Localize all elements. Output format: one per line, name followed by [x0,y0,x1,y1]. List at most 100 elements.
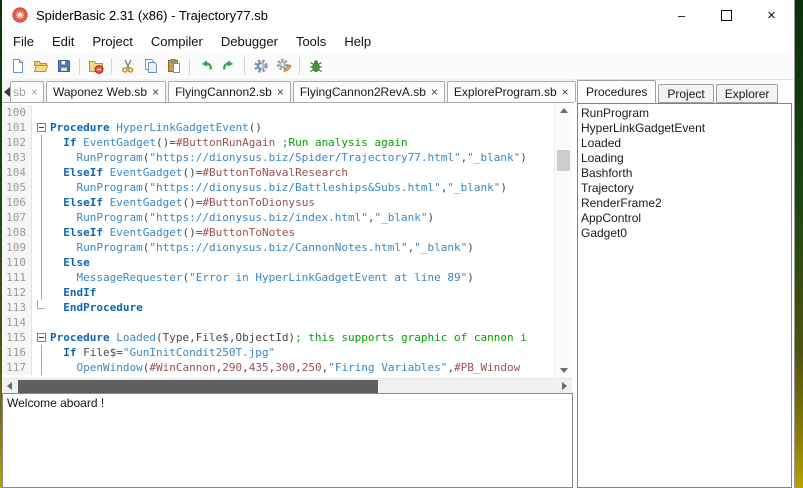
menu-help[interactable]: Help [335,32,380,51]
arrow-down-icon [559,368,568,373]
code-line[interactable]: 105 RunProgram("https://dionysus.biz/Bat… [2,180,554,195]
tab-waponez-web-sb[interactable]: Waponez Web.sb × [46,81,167,102]
menu-file[interactable]: File [4,32,43,51]
toolbar-separator [79,57,80,75]
tab-label: FlyingCannon2RevA.sb [299,85,426,99]
save-file-button[interactable] [52,55,75,77]
fold-guide [32,345,50,360]
procedure-item[interactable]: Bashforth [581,166,791,181]
code-line[interactable]: 110 Else [2,255,554,270]
menu-compiler[interactable]: Compiler [142,32,212,51]
code-line[interactable]: 103 RunProgram("https://dionysus.biz/Spi… [2,150,554,165]
code-line[interactable]: 102 If EventGadget()=#ButtonRunAgain ;Ru… [2,135,554,150]
code-line[interactable]: 107 RunProgram("https://dionysus.biz/ind… [2,210,554,225]
redo-button[interactable] [217,55,240,77]
procedure-item[interactable]: HyperLinkGadgetEvent [581,121,791,136]
scroll-right-button[interactable] [557,379,572,393]
code-line[interactable]: 111 MessageRequester("Error in HyperLink… [2,270,554,285]
menu-debugger[interactable]: Debugger [212,32,287,51]
tab-flyingcannon2reva-sb[interactable]: FlyingCannon2RevA.sb × [292,81,445,102]
fold-line [40,135,42,150]
code-text: RunProgram("https://dionysus.biz/Battles… [76,181,508,194]
code-line[interactable]: 100 [2,105,554,120]
code-view[interactable]: 100 101 Procedure HyperLinkGadgetEvent() 10… [2,103,554,378]
code-line[interactable]: 115 Procedure Loaded(Type,File$,ObjectId)… [2,330,554,345]
toolbar-group [6,55,75,77]
fold-marker[interactable] [32,120,50,135]
close-button[interactable]: × [749,0,794,30]
code-line[interactable]: 104 ElseIf EventGadget()=#ButtonToNavalR… [2,165,554,180]
tab-close-button[interactable]: × [152,86,159,98]
panel-tab-project[interactable]: Project [658,84,714,103]
fold-line [40,225,42,240]
code-line[interactable]: 116 If File$="GunInitCondit250T.jpg" [2,345,554,360]
tab-flyingcannon2-sb[interactable]: FlyingCannon2.sb × [168,81,291,102]
menu-tools[interactable]: Tools [287,32,335,51]
toolbar-group [84,55,107,77]
code-text: MessageRequester("Error in HyperLinkGadg… [76,271,474,284]
tab-close-button[interactable]: × [562,86,569,98]
horizontal-scroll-thumb[interactable] [18,380,378,393]
procedures-list[interactable]: RunProgram HyperLinkGadgetEvent Loaded Load… [577,103,792,488]
code-line[interactable]: 114 [2,315,554,330]
compile-options-icon [276,58,292,74]
toolbar-group [116,55,185,77]
fold-line [40,270,42,285]
undo-button[interactable] [194,55,217,77]
copy-button[interactable] [139,55,162,77]
code-line[interactable]: 106 ElseIf EventGadget()=#ButtonToDionys… [2,195,554,210]
fold-marker[interactable] [32,330,50,345]
window-title: SpiderBasic 2.31 (x86) - Trajectory77.sb [36,7,268,23]
scroll-up-button[interactable] [555,103,572,118]
code-text: ElseIf EventGadget()=#ButtonToDionysus [63,196,315,209]
vertical-scroll-thumb[interactable] [557,150,570,171]
code-line[interactable]: 109 RunProgram("https://dionysus.biz/Can… [2,240,554,255]
editor-vertical-scrollbar[interactable] [554,103,572,378]
tab-close-button[interactable]: × [431,86,438,98]
paste-icon [166,58,182,74]
log-message: Welcome aboard ! [7,396,105,410]
toolbar-separator [299,57,300,75]
code-line[interactable]: 113 EndProcedure [2,300,554,315]
procedure-item[interactable]: Loading [581,151,791,166]
debugger-button[interactable] [304,55,327,77]
tab-exploreprogram-sb[interactable]: ExploreProgram.sb × [446,81,576,102]
close-file-button[interactable] [84,55,107,77]
toolbar-group [249,55,295,77]
menu-project[interactable]: Project [83,32,141,51]
panel-tab-explorer[interactable]: Explorer [715,84,779,103]
minimize-button[interactable]: – [659,0,704,30]
side-panel-tabs: Procedures Project Explorer [575,79,795,103]
code-editor[interactable]: 100 101 Procedure HyperLinkGadgetEvent() 10… [2,103,572,378]
open-file-button[interactable] [29,55,52,77]
new-file-button[interactable] [6,55,29,77]
maximize-button[interactable] [704,0,749,30]
fold-guide [32,150,50,165]
editor-horizontal-scrollbar[interactable] [2,378,572,393]
code-line[interactable]: 117 OpenWindow(#WinCannon,290,435,300,25… [2,360,554,375]
procedure-item[interactable]: AppControl [581,211,791,226]
code-line[interactable]: 112 EndIf [2,285,554,300]
scroll-down-button[interactable] [555,363,572,378]
fold-guide [32,270,50,285]
fold-line [40,255,42,270]
procedure-item[interactable]: RunProgram [581,106,791,121]
panel-tab-procedures[interactable]: Procedures [577,80,657,103]
tab-close-button[interactable]: × [277,86,284,98]
menu-edit[interactable]: Edit [43,32,83,51]
compile-options-button[interactable] [272,55,295,77]
side-panel: Procedures Project Explorer RunProgram Hype… [575,79,795,488]
procedure-item[interactable]: Gadget0 [581,226,791,241]
tab-sb[interactable]: sb × [10,81,44,102]
scroll-left-button[interactable] [2,379,17,393]
tab-close-button[interactable]: × [31,86,38,98]
cut-button[interactable] [116,55,139,77]
procedure-item[interactable]: Trajectory [581,181,791,196]
procedure-item[interactable]: RenderFrame2 [581,196,791,211]
code-line[interactable]: 101 Procedure HyperLinkGadgetEvent() [2,120,554,135]
compile-run-button[interactable] [249,55,272,77]
code-line[interactable]: 108 ElseIf EventGadget()=#ButtonToNotes [2,225,554,240]
toolbar-group [194,55,240,77]
procedure-item[interactable]: Loaded [581,136,791,151]
paste-button[interactable] [162,55,185,77]
